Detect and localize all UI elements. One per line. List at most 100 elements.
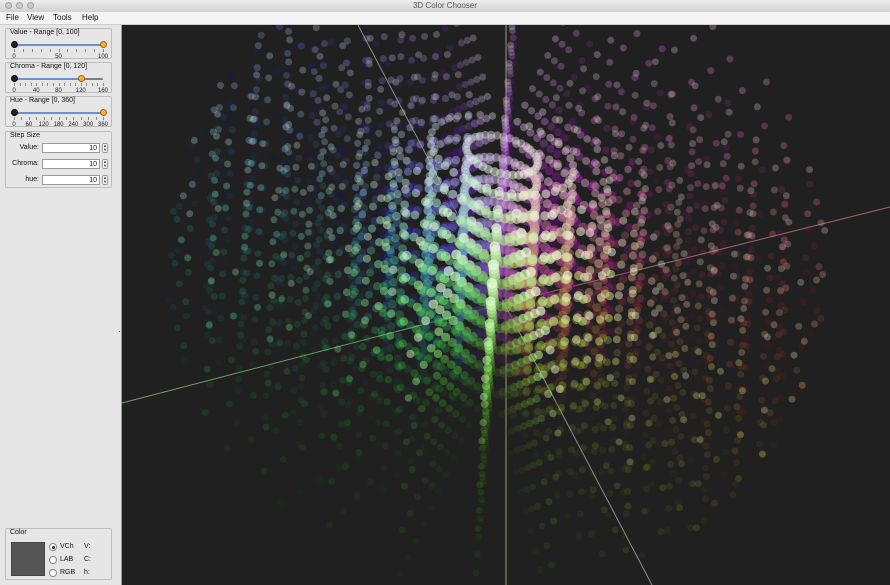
hue-min-thumb[interactable] <box>11 109 18 116</box>
slider-tick <box>51 117 53 120</box>
slider-tick <box>94 49 96 52</box>
slider-tick <box>14 117 15 120</box>
mode-lab-label: LAB <box>60 556 74 563</box>
slider-tick-label: 120 <box>38 122 49 128</box>
step-hue-row: hue: 10 ▲ ▼ <box>6 175 113 185</box>
step-hue-label: hue: <box>25 176 39 183</box>
mode-vch-label: VCh <box>60 543 74 550</box>
slider-tick <box>21 117 23 120</box>
slider-tick <box>73 117 75 120</box>
step-chroma-label: Chroma: <box>12 160 39 167</box>
slider-tick <box>103 83 104 86</box>
color-solid-canvas[interactable] <box>122 25 890 585</box>
slider-tick <box>31 49 33 52</box>
value-range-slider[interactable] <box>11 41 107 48</box>
slider-tick <box>19 83 21 86</box>
step-chroma-spinner[interactable]: ▲ ▼ <box>102 159 108 169</box>
slider-tick <box>40 49 42 52</box>
mode-vch-radio[interactable] <box>49 543 57 551</box>
menu-bar: File View Tools Help <box>0 12 890 25</box>
slider-tick <box>14 83 15 86</box>
slider-tick <box>103 117 104 120</box>
hue-range-fill <box>14 112 103 114</box>
value-min-thumb[interactable] <box>11 41 18 48</box>
value-range-fill <box>14 44 103 46</box>
slider-tick <box>103 49 104 52</box>
slider-tick <box>36 117 38 120</box>
slider-tick <box>22 49 24 52</box>
window-title: 3D Color Chooser <box>412 1 478 10</box>
slider-tick-label: 100 <box>97 54 109 60</box>
step-chroma-input[interactable]: 10 <box>42 159 100 169</box>
slider-tick <box>80 83 82 86</box>
splitter-handle[interactable]: · <box>118 327 121 336</box>
component-c-label: C: <box>84 556 91 563</box>
control-panel: Value - Range [0, 100] 0 50 100 Chroma - R… <box>0 25 122 585</box>
slider-tick <box>41 83 43 86</box>
step-value-label: Value: <box>19 144 39 151</box>
component-h-label: h: <box>84 569 90 576</box>
slider-tick-label: 120 <box>75 88 86 94</box>
slider-tick <box>91 83 93 86</box>
chroma-range-slider[interactable] <box>11 75 103 82</box>
slider-tick-label: 180 <box>53 122 64 128</box>
chroma-range-title: Chroma - Range [0, 120] <box>9 63 89 70</box>
mode-rgb-label: RGB <box>60 569 76 576</box>
hue-range-slider[interactable] <box>11 109 107 116</box>
slider-tick <box>95 117 97 120</box>
slider-tick <box>52 83 54 86</box>
color-spheres <box>165 25 829 578</box>
component-v-label: V: <box>84 543 91 550</box>
menu-view[interactable]: View <box>27 13 44 22</box>
slider-tick-label: 360 <box>97 122 109 128</box>
color-space-3d-view[interactable] <box>122 25 890 585</box>
step-size-title: Step Size <box>9 132 41 139</box>
chroma-min-thumb[interactable] <box>11 75 18 82</box>
mode-lab-radio[interactable] <box>49 556 57 564</box>
step-hue-input[interactable]: 10 <box>42 175 100 185</box>
slider-tick <box>49 49 51 52</box>
chroma-range-fill <box>14 78 81 80</box>
mode-rgb-radio[interactable] <box>49 569 57 577</box>
slider-tick-label: 240 <box>68 122 79 128</box>
step-value-input[interactable]: 10 <box>42 143 100 153</box>
slider-tick <box>58 117 60 120</box>
slider-tick-label: 0 <box>12 122 16 128</box>
menu-file[interactable]: File <box>6 13 19 22</box>
slider-tick <box>28 117 30 120</box>
slider-tick <box>88 117 90 120</box>
value-max-thumb[interactable] <box>100 41 107 48</box>
slider-tick <box>43 117 45 120</box>
menu-help[interactable]: Help <box>82 13 98 22</box>
value-range-title: Value - Range [0, 100] <box>9 29 81 36</box>
hue-range-group: Hue - Range [0, 360] 0 60 120 180 240 300 360 <box>5 96 112 128</box>
slider-tick <box>25 83 27 86</box>
slider-tick <box>30 83 32 86</box>
value-range-group: Value - Range [0, 100] 0 50 100 <box>5 28 112 60</box>
chroma-range-group: Chroma - Range [0, 120] 0 40 80 120 160 <box>5 62 112 94</box>
menu-tools[interactable]: Tools <box>53 13 72 22</box>
slider-tick-label: 60 <box>25 122 33 128</box>
slider-tick <box>64 83 66 86</box>
color-title: Color <box>9 529 28 536</box>
step-chroma-row: Chroma: 10 ▲ ▼ <box>6 159 113 169</box>
step-size-group: Step Size Value: 10 ▲ ▼ Chroma: 10 ▲ ▼ hue… <box>5 131 112 188</box>
slider-tick <box>67 49 69 52</box>
hue-max-thumb[interactable] <box>100 109 107 116</box>
chroma-max-thumb[interactable] <box>77 75 85 82</box>
slider-tick <box>97 83 99 86</box>
slider-tick <box>85 49 87 52</box>
slider-tick-label: 80 <box>55 88 62 94</box>
slider-tick <box>69 83 71 86</box>
slider-tick-label: 50 <box>55 54 62 60</box>
slider-tick <box>58 83 60 86</box>
step-hue-spinner[interactable]: ▲ ▼ <box>102 175 108 185</box>
slider-tick-label: 300 <box>83 122 94 128</box>
step-value-spinner[interactable]: ▲ ▼ <box>102 143 108 153</box>
color-swatch <box>11 542 45 576</box>
hue-range-title: Hue - Range [0, 360] <box>9 97 76 104</box>
slider-tick <box>65 117 67 120</box>
slider-tick <box>36 83 38 86</box>
slider-tick <box>76 49 78 52</box>
slider-tick <box>86 83 88 86</box>
